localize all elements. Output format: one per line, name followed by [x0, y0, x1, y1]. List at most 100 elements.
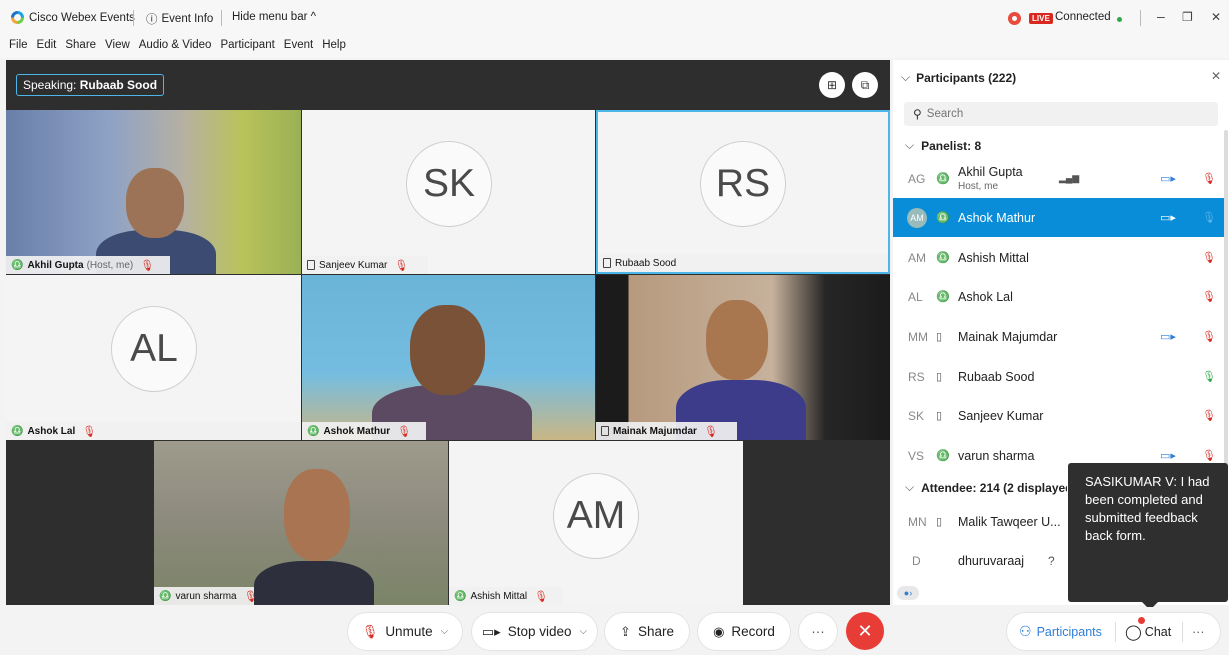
mic-muted-icon: 🎙︎	[703, 425, 718, 438]
close-icon[interactable]: ✕	[1211, 69, 1221, 83]
mic-active-icon[interactable]: 🎙︎	[1202, 370, 1216, 383]
video-tile-ashok-mathur[interactable]: ♎ Ashok Mathur 🎙︎	[302, 275, 595, 440]
unmute-button[interactable]: 🎙︎ Unmute ⌵	[348, 613, 462, 650]
chevron-down-icon: ⌵	[440, 626, 449, 637]
grid-layout-icon[interactable]: ⊞	[819, 72, 845, 98]
mic-muted-icon[interactable]: 🎙︎	[1202, 449, 1216, 462]
expand-toggle-icon[interactable]: ●›	[897, 586, 919, 600]
headset-icon: ♎	[936, 173, 950, 185]
participant-row[interactable]: AM ♎ Ashok Mathur ▭▸ 🎙︎	[893, 198, 1224, 237]
search-input[interactable]	[926, 108, 1187, 120]
info-icon: ⓘ	[146, 14, 158, 26]
headset-icon: ♎	[936, 212, 950, 224]
video-tile-akhil-gupta[interactable]: ♎ Akhil Gupta (Host, me) 🎙︎	[6, 110, 301, 274]
search-box[interactable]: ⚲	[904, 102, 1218, 126]
mic-muted-icon: 🎙︎	[140, 259, 155, 272]
share-button[interactable]: ⇪ Share	[605, 613, 689, 650]
end-meeting-button[interactable]: ✕	[846, 612, 884, 650]
video-on-icon[interactable]: ▭▸	[1160, 172, 1176, 185]
menu-audio-video[interactable]: Audio & Video	[139, 36, 212, 58]
connected-dot-icon	[1117, 17, 1122, 22]
video-tile-mainak-majumdar[interactable]: Mainak Majumdar 🎙︎	[596, 275, 890, 440]
panelist-section-header[interactable]: ⌵ Panelist: 8	[905, 138, 981, 153]
menu-event[interactable]: Event	[284, 36, 313, 58]
title-bar: Cisco Webex Events ⓘ Event Info Hide men…	[0, 0, 1229, 36]
headset-icon: ♎	[11, 259, 24, 271]
menu-share[interactable]: Share	[65, 36, 96, 58]
mic-muted-icon: 🎙︎	[361, 623, 379, 639]
mic-muted-icon[interactable]: 🎙︎	[1202, 172, 1216, 185]
connection-status: Connected	[1055, 11, 1111, 23]
participants-icon: ⚇	[1019, 623, 1032, 639]
participant-row[interactable]: SK ▯ Sanjeev Kumar 🎙︎	[893, 396, 1224, 435]
record-button[interactable]: ◉ Record	[698, 613, 790, 650]
menu-help[interactable]: Help	[322, 36, 346, 58]
headset-icon: ♎	[936, 291, 950, 303]
chat-button[interactable]: ◯ Chat	[1125, 613, 1171, 650]
menu-edit[interactable]: Edit	[37, 36, 57, 58]
video-on-icon[interactable]: ▭▸	[1160, 330, 1176, 343]
avatar: AM	[553, 473, 639, 559]
mic-muted-icon: 🎙︎	[82, 425, 97, 438]
participants-button[interactable]: ⚇ Participants	[1019, 613, 1102, 650]
participant-row[interactable]: RS ▯ Rubaab Sood 🎙︎	[893, 357, 1224, 396]
share-icon: ⇪	[620, 623, 631, 639]
mic-muted-icon[interactable]: 🎙︎	[1202, 330, 1216, 343]
headset-icon: ♎	[454, 590, 467, 602]
headset-icon: ♎	[936, 252, 950, 264]
popout-icon[interactable]: ⧉	[852, 72, 878, 98]
attendee-section-header[interactable]: ⌵ Attendee: 214 (2 displayed)	[905, 480, 1067, 495]
minimize-icon[interactable]: –	[1157, 8, 1165, 24]
close-window-icon[interactable]: ✕	[1211, 10, 1221, 24]
menu-view[interactable]: View	[105, 36, 130, 58]
video-tile-sanjeev-kumar[interactable]: SK Sanjeev Kumar 🎙︎	[302, 110, 595, 274]
tile-label: Sanjeev Kumar 🎙︎	[302, 256, 428, 274]
mic-muted-icon: 🎙︎	[397, 425, 412, 438]
video-on-icon[interactable]: ▭▸	[1160, 211, 1176, 224]
menu-participant[interactable]: Participant	[220, 36, 274, 58]
phone-icon	[307, 260, 315, 270]
menu-bar: File Edit Share View Audio & Video Parti…	[0, 36, 1229, 58]
phone-icon: ▯	[936, 516, 943, 528]
mic-muted-icon[interactable]: 🎙︎	[1202, 251, 1216, 264]
recording-indicator-icon	[1008, 12, 1021, 25]
headset-icon: ♎	[11, 425, 24, 437]
video-on-icon[interactable]: ▭▸	[1160, 449, 1176, 462]
stop-video-button[interactable]: ▭▸ Stop video ⌵	[472, 613, 597, 650]
mic-muted-icon[interactable]: 🎙︎	[1202, 211, 1216, 224]
participant-row[interactable]: AL ♎ Ashok Lal 🎙︎	[893, 277, 1224, 316]
mic-muted-icon[interactable]: 🎙︎	[1202, 409, 1216, 422]
search-icon: ⚲	[913, 107, 922, 121]
video-tile-varun-sharma[interactable]: ♎ varun sharma 🎙︎	[154, 441, 448, 605]
chevron-down-icon: ⌵	[901, 70, 911, 84]
more-panels-button[interactable]: ···	[1192, 613, 1205, 650]
participant-row[interactable]: AG ♎ Akhil Gupta Host, me ▂▄▆ ▭▸ 🎙︎	[893, 159, 1224, 198]
panel-toggles: ⚇ Participants ◯ Chat ···	[1007, 613, 1220, 650]
menu-file[interactable]: File	[9, 36, 28, 58]
hide-menu-bar-button[interactable]: Hide menu bar ^	[232, 11, 316, 23]
mic-muted-icon: 🎙︎	[534, 590, 549, 603]
tile-label: ♎ Akhil Gupta (Host, me) 🎙︎	[6, 256, 170, 274]
speaking-indicator: Speaking: Rubaab Sood	[16, 74, 165, 96]
avatar: SK	[406, 141, 492, 227]
phone-icon	[601, 426, 609, 436]
avatar: RS	[700, 141, 786, 227]
video-tile-ashish-mittal[interactable]: AM ♎ Ashish Mittal 🎙︎	[449, 441, 743, 605]
restore-icon[interactable]: ❐	[1182, 10, 1193, 24]
more-options-button[interactable]: ···	[799, 613, 837, 650]
video-tile-ashok-lal[interactable]: AL ♎ Ashok Lal 🎙︎	[6, 275, 301, 440]
app-title: Cisco Webex Events	[11, 11, 135, 24]
tile-label: ♎ varun sharma 🎙︎	[154, 587, 258, 605]
chat-message-tooltip: SASIKUMAR V: I had been completed and su…	[1068, 463, 1228, 610]
mic-muted-icon[interactable]: 🎙︎	[1202, 290, 1216, 303]
tile-label: Mainak Majumdar 🎙︎	[596, 422, 737, 440]
headset-icon: ♎	[159, 590, 172, 602]
participant-row[interactable]: MM ▯ Mainak Majumdar ▭▸ 🎙︎	[893, 317, 1224, 356]
video-tile-rubaab-sood[interactable]: RS Rubaab Sood	[596, 110, 890, 274]
chat-unread-dot	[1138, 617, 1145, 624]
event-info-button[interactable]: ⓘ Event Info	[146, 11, 213, 27]
participant-row[interactable]: AM ♎ Ashish Mittal 🎙︎	[893, 238, 1224, 277]
chevron-down-icon: ⌵	[905, 480, 915, 494]
panel-header[interactable]: ⌵ Participants (222)	[901, 70, 1016, 85]
live-badge: LIVE	[1029, 13, 1053, 24]
